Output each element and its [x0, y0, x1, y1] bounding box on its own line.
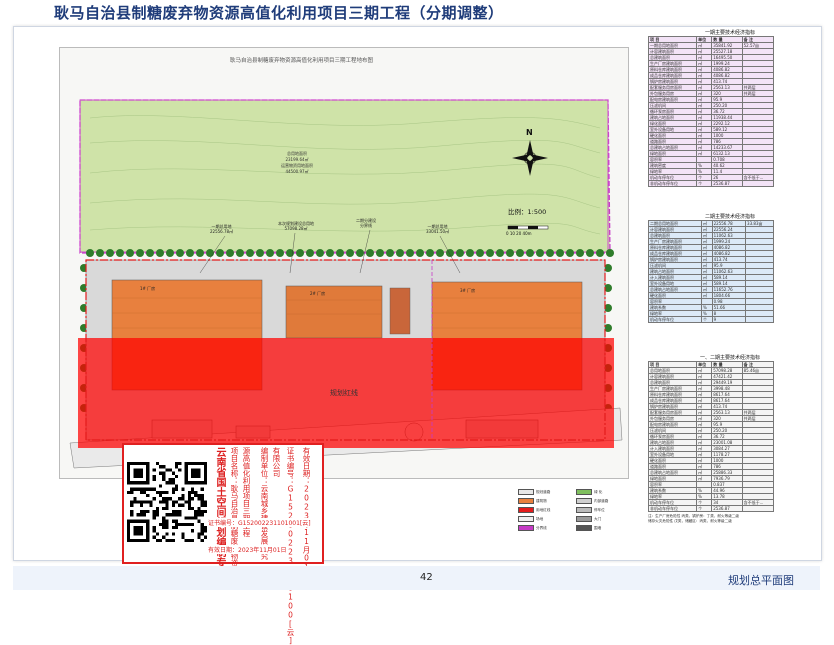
legend-swatch: [576, 507, 592, 513]
table-cell: [741, 505, 775, 512]
legend-item: 内部道路: [576, 498, 634, 504]
stamp-line-3: 编制单位：云南城乡建设发展研究: [260, 447, 269, 560]
table-cell: 个: [701, 316, 713, 323]
site-plan-graphic: [69, 99, 623, 469]
legend-item: 规划道路: [518, 489, 576, 495]
north-label: N: [526, 128, 533, 137]
scale-text: 比例：1:500: [508, 208, 547, 216]
footer-caption: 规划总平面图: [728, 574, 794, 587]
legend-item: 停车位: [576, 507, 634, 513]
stamp-line-4: 有限公司: [272, 447, 281, 477]
legend-swatch: [518, 489, 534, 495]
legend-swatch: [518, 516, 534, 522]
table-cell: 2536.87: [711, 505, 743, 512]
phase-label-4: 一期总用地 33041.50㎡: [426, 224, 449, 234]
table-cell: 2536.87: [711, 180, 743, 187]
stamp-date-row: 有效日期：2023年11月01日: [208, 545, 287, 554]
phase-label-1: 一期总用地 22556.78㎡: [210, 224, 233, 234]
stamp-line-5: 证书编号：G15200223110100[云]: [286, 447, 295, 645]
table-cell: 个: [696, 505, 713, 512]
legend-item: 大门: [576, 516, 634, 522]
legend-item: 用地红线: [518, 507, 576, 513]
table-cell: 非机动车停车位: [647, 505, 698, 512]
table2-title: 二期主要技术经济指标: [704, 214, 755, 220]
building-1-label: 1# 厂房: [140, 286, 156, 291]
legend-label: 围墙: [594, 525, 602, 530]
legend-label: 规划道路: [536, 489, 551, 494]
table-row: 非机动车停车位个 2536.87: [647, 505, 775, 512]
footer-bar: [13, 566, 820, 590]
legend-swatch: [518, 498, 534, 504]
legend-item: 绿 化: [576, 489, 634, 495]
table-row: 非机动车停车位个 2536.87: [647, 180, 775, 187]
table3-note-2: 储存火灾危险性 戊类，储藏区：丙类，耐火等级二级: [648, 519, 732, 523]
legend-label: 内部道路: [594, 498, 609, 503]
table2: 二期总用地面积㎡ 22556.78 33.83亩 计容建筑面积㎡ 22556.24 总建筑…: [648, 220, 774, 323]
legend-item: 围墙: [576, 525, 634, 531]
land-label-4: 44500.97㎡: [285, 169, 309, 174]
building-2b: [389, 287, 411, 335]
legend-swatch: [518, 507, 534, 513]
table1: 项 目单位数 量备 注一期总用地面积㎡ 35841.92 52.57亩 计容建筑面积㎡…: [647, 36, 775, 187]
phase-label-3: 二期分建设 分界线: [356, 218, 376, 228]
table-cell: [745, 316, 774, 323]
legend-item: 场地: [518, 516, 576, 522]
legend-item: 建筑物: [518, 498, 576, 504]
legend-label: 停车位: [594, 507, 605, 512]
stamp-line-6: 有效日期：2023年11月01日: [302, 447, 311, 579]
legend-swatch: [518, 525, 534, 531]
table-cell: [741, 180, 775, 187]
table1-panel: 一期主要技术经济指标 项 目单位数 量备 注一期总用地面积㎡ 35841.92 52…: [644, 29, 816, 187]
land-labels: 总用地面积 23199.64㎡ 运营物资用地面积 44500.97㎡: [262, 151, 332, 175]
table-cell: 9: [711, 316, 747, 323]
site-plan: 耿马自治县制糖废弃物资源高值化利用项目三期工程地布图 N 比例：1:500 0 …: [59, 47, 629, 479]
building-3-label: 3# 厂房: [460, 288, 476, 293]
legend-item: 分界线: [518, 525, 576, 531]
stamp-cert-row: 证书编号：G152002231101001[云]: [208, 518, 311, 527]
page-number: 42: [420, 572, 433, 583]
table1-title: 一期主要技术经济指标: [704, 30, 755, 36]
scale-bar-graphic: [507, 225, 549, 230]
phase-label-2: 本次规划建设总用地 57098.28㎡: [278, 221, 314, 231]
phase-label-3-value: 分界线: [360, 223, 372, 228]
scale-bar-text: 0 10 20 40m: [506, 231, 532, 236]
table-cell: 非机动车停车位: [647, 180, 698, 187]
legend-label: 大门: [594, 516, 602, 521]
legend-swatch: [576, 525, 592, 531]
legend-swatch: [576, 489, 592, 495]
table-cell: 个: [696, 180, 713, 187]
table3: 项 目单位数 量备 注总用地面积㎡ 57098.28 85.46亩 计容建筑面积㎡ 47…: [647, 361, 775, 512]
table-row: 机动车停车位个 9: [648, 316, 774, 323]
legend-grid: 规划道路 绿 化建筑物 内部道路用地红线 停车位场地 大门分界线 围墙: [518, 489, 634, 531]
legend-swatch: [576, 516, 592, 522]
table-cell: 机动车停车位: [648, 316, 702, 323]
planning-red-line-label: 规划红线: [330, 389, 358, 397]
building-2: [285, 285, 383, 339]
qr-code: [127, 462, 207, 542]
legend-label: 场地: [536, 516, 544, 521]
legend-label: 分界线: [536, 525, 547, 530]
table3-title: 一、二期主要技术经济指标: [699, 355, 760, 361]
building-2-label: 2# 厂房: [310, 291, 326, 296]
table3-panel: 一、二期主要技术经济指标 项 目单位数 量备 注总用地面积㎡ 57098.28 85…: [644, 354, 816, 524]
phase-label-2-value: 57098.28㎡: [284, 226, 308, 231]
legend-label: 绿 化: [594, 489, 603, 494]
phase-label-4-value: 33041.50㎡: [426, 229, 450, 234]
legend-label: 建筑物: [536, 498, 547, 503]
page-title: 耿马自治县制糖废弃物资源高值化利用项目三期工程（分期调整）: [54, 4, 504, 22]
legend: 规划道路 绿 化建筑物 内部道路用地红线 停车位场地 大门分界线 围墙: [518, 489, 634, 551]
legend-label: 用地红线: [536, 507, 551, 512]
phase-label-1-value: 22556.78㎡: [210, 229, 234, 234]
legend-swatch: [576, 498, 592, 504]
table2-panel: 二期主要技术经济指标 二期总用地面积㎡ 22556.78 33.83亩 计容建筑面积㎡…: [644, 213, 816, 323]
